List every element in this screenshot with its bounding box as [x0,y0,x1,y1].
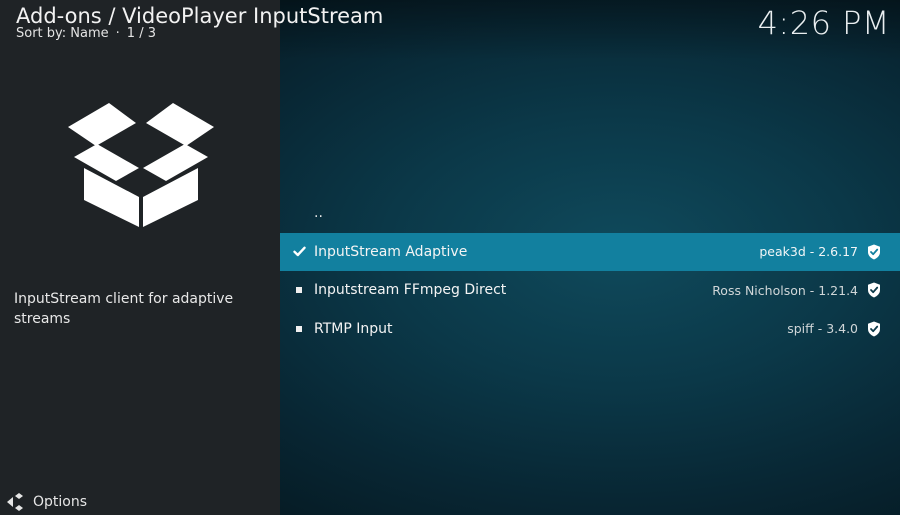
addon-author-version: Ross Nicholson - 1.21.4 [712,282,858,298]
check-icon [292,233,306,272]
bullet-icon [292,310,306,349]
options-label: Options [33,494,88,510]
open-box-icon [68,103,214,227]
sort-info[interactable]: Sort by: Name · 1 / 3 [16,25,156,42]
verified-shield-icon [868,244,880,260]
left-info-panel [0,0,280,515]
addon-name: InputStream Adaptive [314,243,468,260]
options-arrows-icon [7,493,23,511]
parent-folder-item[interactable]: .. [280,194,900,233]
list-item[interactable]: InputStream Adaptive peak3d - 2.6.17 [280,232,900,272]
list-item[interactable]: RTMP Input spiff - 3.4.0 [280,310,900,349]
addon-author-version: spiff - 3.4.0 [787,321,858,337]
sort-label: Sort by: Name [16,26,109,41]
addon-description: InputStream client for adaptive streams [14,291,234,327]
addon-name: RTMP Input [314,320,393,337]
verified-shield-icon [868,321,880,337]
addon-name: Inputstream FFmpeg Direct [314,282,507,299]
parent-folder-label: .. [314,205,323,222]
sort-separator: · [115,26,120,41]
addon-author-version: peak3d - 2.6.17 [759,244,858,260]
list-item[interactable]: Inputstream FFmpeg Direct Ross Nicholson… [280,271,900,310]
clock: 4:26 PM [757,4,890,42]
item-position: 1 / 3 [126,26,156,41]
addon-list: .. InputStream Adaptive peak3d - 2.6.17 … [280,194,900,348]
options-button[interactable]: Options [6,491,87,513]
bullet-icon [292,271,306,310]
verified-shield-icon [868,282,880,298]
